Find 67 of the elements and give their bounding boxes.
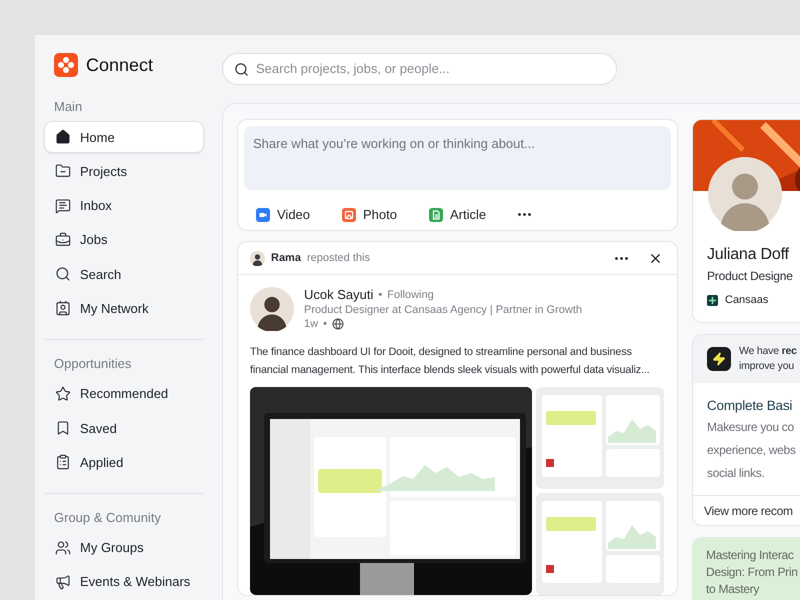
reposter-name: Rama	[271, 252, 301, 264]
recommendation-text: Makesure you co	[707, 419, 795, 436]
nav-icon	[55, 198, 71, 214]
course-title: Mastering Interac	[706, 547, 795, 564]
nav-item[interactable]: Inbox	[44, 190, 204, 222]
nav-item[interactable]: Recommended	[44, 378, 204, 410]
profile-name: Juliana Doff	[707, 246, 790, 264]
post-text: The finance dashboard UI for Dooit, designed to streamline personal and business financial management. This interface blends sleek visuals with powerful data visualiz...	[250, 345, 650, 378]
recommendation-text: social links.	[707, 465, 766, 482]
nav-item[interactable]: Jobs	[44, 224, 204, 256]
nav-item[interactable]: Events & Webinars	[44, 566, 204, 598]
separator: •	[323, 318, 327, 330]
nav-icon	[55, 129, 71, 145]
company-name: Cansaas	[725, 294, 768, 306]
nav-item[interactable]: Projects	[44, 155, 204, 188]
recommendation-text: experience, webs	[707, 442, 797, 459]
video-camera-icon	[256, 208, 270, 222]
document-icon	[429, 208, 443, 222]
author-name[interactable]: Ucok Sayuti	[304, 287, 374, 302]
globe-icon	[332, 318, 344, 330]
separator: •	[378, 288, 382, 300]
nav-item[interactable]: My Groups	[44, 532, 204, 564]
company-logo-icon	[707, 294, 718, 306]
post-type-button[interactable]: Article	[429, 207, 486, 222]
nav-icon	[55, 420, 71, 436]
nav-icon	[55, 386, 71, 402]
post-type-button[interactable]: Photo	[342, 207, 397, 222]
recommendation-intro: improve you	[739, 359, 795, 374]
post-input[interactable]: Share what you’re working on or thinking about...	[244, 126, 671, 190]
course-title: to Mastery	[706, 581, 760, 598]
nav-item[interactable]: Applied	[44, 446, 204, 478]
post-type-button[interactable]: Video	[256, 207, 310, 222]
author-headline: Product Designer at Cansaas Agency | Partner in Growth	[304, 304, 582, 316]
nav-icon	[55, 300, 71, 316]
recommendation-title: Complete Basi	[707, 398, 794, 413]
nav-icon	[55, 232, 71, 248]
nav-item[interactable]: Saved	[44, 412, 204, 444]
section-title: Main	[53, 99, 84, 114]
nav-item[interactable]: My Network	[44, 292, 204, 324]
nav-icon	[55, 574, 71, 590]
more-icon	[518, 213, 532, 216]
profile-title: Product Designe	[707, 269, 794, 283]
post-time: 1w	[304, 318, 318, 330]
avatar-icon	[250, 287, 294, 331]
view-more-link[interactable]: View more recom	[693, 495, 800, 525]
nav-icon	[55, 163, 71, 180]
recommendation-intro: We have rec	[739, 344, 797, 359]
nav-item[interactable]: Home	[44, 121, 204, 153]
section-title: Opportunities	[53, 356, 132, 371]
course-title: Design: From Prin	[706, 564, 799, 581]
bolt-icon	[707, 347, 731, 371]
profile-avatar-icon	[708, 157, 782, 231]
search-field[interactable]: Search projects, jobs, or people...	[222, 52, 617, 84]
image-icon	[342, 208, 356, 222]
app-name: Connect	[86, 54, 154, 76]
section-title: Group & Comunity	[53, 510, 162, 525]
follow-status: Following	[387, 288, 434, 300]
logo-icon	[54, 53, 78, 77]
more-button[interactable]	[518, 213, 532, 216]
nav-item[interactable]: Search	[44, 258, 204, 290]
nav-icon	[55, 454, 71, 470]
more-icon	[615, 256, 628, 260]
nav-icon	[55, 266, 71, 282]
nav-icon	[55, 540, 71, 556]
more-button[interactable]	[615, 256, 628, 260]
repost-label: reposted this	[306, 252, 370, 264]
avatar-icon	[250, 250, 265, 266]
